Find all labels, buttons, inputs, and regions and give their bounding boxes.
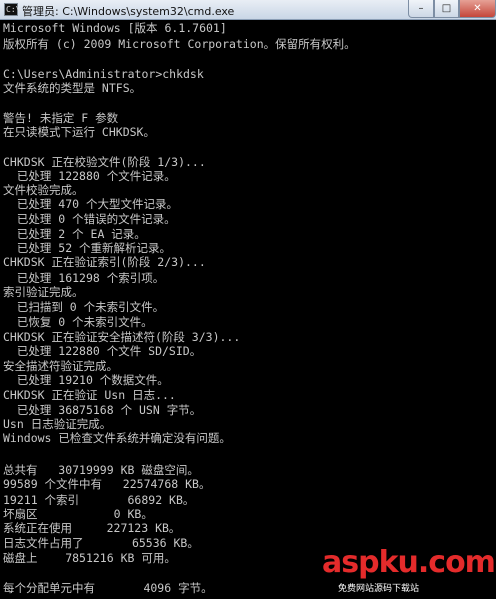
cmd-icon[interactable]: C:\ [4,3,20,16]
console-line: 已恢复 0 个未索引文件。 [3,315,153,329]
watermark-brand: aspku [322,545,419,580]
console-line: 已处理 2 个 EA 记录。 [3,227,146,241]
watermark-logo: aspku.com [322,545,496,580]
watermark-subtitle: 免费网站源码下载站 [338,581,420,594]
console-line: 在只读模式下运行 CHKDSK。 [3,125,155,139]
console-line: CHKDSK 正在验证安全描述符(阶段 3/3)... [3,330,241,344]
console-line: Microsoft Windows [版本 6.1.7601] [3,21,227,35]
console-line: Usn 日志验证完成。 [3,417,112,431]
console-line: 总共有 30719999 KB 磁盘空间。 [3,463,199,477]
console-line: 每个分配单元中有 4096 字节。 [3,581,213,595]
console-line: 已处理 0 个错误的文件记录。 [3,212,176,226]
console-line: 系统正在使用 227123 KB。 [3,521,181,535]
console-line: 版权所有 (c) 2009 Microsoft Corporation。保留所有… [3,37,356,51]
console-line: 已处理 52 个重新解析记录。 [3,241,172,255]
minimize-icon: – [418,3,424,14]
console-line: CHKDSK 正在验证 Usn 日志... [3,388,176,402]
watermark-tld: .com [417,545,496,580]
console-line: 警告! 未指定 F 参数 [3,111,119,125]
console-line: 磁盘上 7851216 KB 可用。 [3,551,176,565]
console-line: 索引验证完成。 [3,285,84,299]
console-line: 坏扇区 0 KB。 [3,507,153,521]
console-line: 已处理 19210 个数据文件。 [3,373,169,387]
window-titlebar[interactable]: C:\ 管理员: C:\Windows\system32\cmd.exe – □… [0,0,496,20]
console-line: 已处理 161298 个索引项。 [3,271,165,285]
console-line: 19211 个索引 66892 KB。 [3,493,195,507]
maximize-icon: □ [441,3,452,14]
console-line: 文件校验完成。 [3,183,84,197]
console-line: 已扫描到 0 个未索引文件。 [3,300,165,314]
console-line: 已处理 36875168 个 USN 字节。 [3,403,202,417]
console-line: CHKDSK 正在验证索引(阶段 2/3)... [3,255,206,269]
close-icon: ✕ [473,3,482,14]
console-line: 文件系统的类型是 NTFS。 [3,81,142,95]
console-line: 已处理 122880 个文件 SD/SID。 [3,344,202,358]
console-line: 99589 个文件中有 22574768 KB。 [3,477,211,491]
console-output[interactable]: Microsoft Windows [版本 6.1.7601] 版权所有 (c)… [0,20,496,599]
close-button[interactable]: ✕ [459,0,496,18]
minimize-button[interactable]: – [408,0,434,18]
console-line: 日志文件占用了 65536 KB。 [3,536,199,550]
site-watermark: aspku.com 免费网站源码下载站 [310,545,496,597]
console-line: 已处理 122880 个文件记录。 [3,169,176,183]
window-title: 管理员: C:\Windows\system32\cmd.exe [22,5,235,18]
console-line: 安全描述符验证完成。 [3,359,118,373]
console-line: CHKDSK 正在校验文件(阶段 1/3)... [3,155,206,169]
console-line: Windows 已检查文件系统并确定没有问题。 [3,431,231,445]
maximize-button[interactable]: □ [434,0,459,18]
console-line: 已处理 470 个大型文件记录。 [3,197,178,211]
console-line: C:\Users\Administrator>chkdsk [3,67,204,81]
